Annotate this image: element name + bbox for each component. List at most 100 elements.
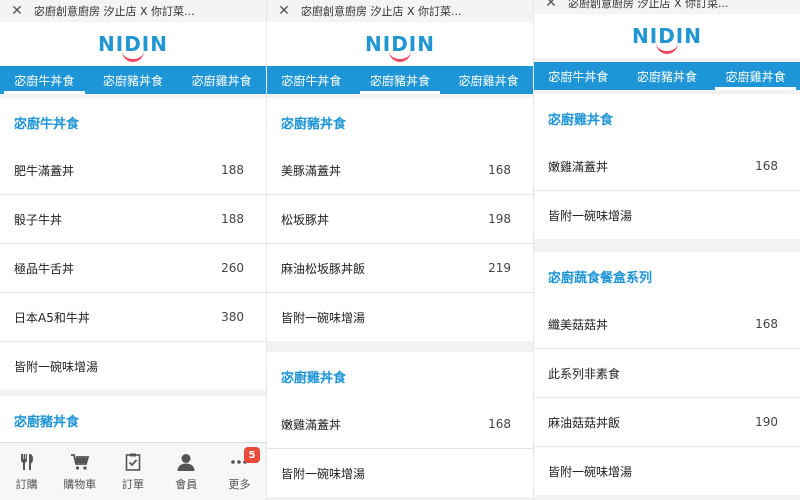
menu-item[interactable]: 嫩雞滿蓋丼 168 xyxy=(534,142,800,190)
menu-section: 宓廚豬丼食 xyxy=(0,396,266,444)
section-title: 宓廚雞丼食 xyxy=(281,370,347,386)
item-price: 260 xyxy=(221,261,244,275)
item-price: 168 xyxy=(755,159,778,173)
logo-header: NIDIN xyxy=(267,22,533,66)
screen-pork: ✕ 宓廚創意廚房 汐止店 X 你訂菜... NIDIN 宓廚牛丼食 宓廚豬丼食 … xyxy=(267,0,533,500)
note-text: 皆附一碗味增湯 xyxy=(14,359,99,374)
nav-label: 訂購 xyxy=(15,478,38,491)
menu-note: 皆附一碗味增湯 xyxy=(534,446,800,495)
item-price: 188 xyxy=(221,163,244,177)
close-icon[interactable]: ✕ xyxy=(267,3,301,19)
close-icon[interactable]: ✕ xyxy=(0,3,34,19)
category-tabs: 宓廚牛丼食 宓廚豬丼食 宓廚雞丼食 xyxy=(267,66,533,94)
notification-badge: 5 xyxy=(244,447,261,463)
menu-section: 宓廚雞丼食 嫩雞滿蓋丼 168 皆附一碗味增湯 xyxy=(267,352,533,497)
nav-orders[interactable]: 訂單 xyxy=(106,443,159,500)
page-title: 宓廚創意廚房 汐止店 X 你訂菜... xyxy=(568,0,729,10)
menu-section: 宓廚雞丼食 嫩雞滿蓋丼 168 皆附一碗味增湯 xyxy=(534,94,800,239)
tab-pork[interactable]: 宓廚豬丼食 xyxy=(623,62,712,90)
nav-label: 更多 xyxy=(228,478,251,491)
tab-beef[interactable]: 宓廚牛丼食 xyxy=(267,66,356,94)
menu-item[interactable]: 美豚滿蓋丼 168 xyxy=(267,146,533,194)
note-text: 皆附一碗味增湯 xyxy=(548,208,633,223)
screen-chicken: ✕ 宓廚創意廚房 汐止店 X 你訂菜... NIDIN 宓廚牛丼食 宓廚豬丼食 … xyxy=(534,0,800,500)
menu-note: 此系列非素食 xyxy=(534,348,800,397)
menu-section: 宓廚豬丼食 美豚滿蓋丼 168 松坂豚丼 198 麻油松坂豚丼飯 219 皆附一… xyxy=(267,98,533,341)
item-name: 極品牛舌丼 xyxy=(14,261,75,276)
category-tabs: 宓廚牛丼食 宓廚豬丼食 宓廚雞丼食 xyxy=(534,62,800,90)
nav-member[interactable]: 會員 xyxy=(160,443,213,500)
cart-icon xyxy=(70,454,89,470)
item-name: 麻油菇菇丼飯 xyxy=(548,415,621,430)
note-text: 皆附一碗味增湯 xyxy=(548,464,633,479)
nav-more[interactable]: 更多 5 xyxy=(213,443,266,500)
menu-note: 皆附一碗味增湯 xyxy=(534,190,800,239)
section-title: 宓廚豬丼食 xyxy=(14,414,80,430)
menu-item[interactable]: 骰子牛丼 188 xyxy=(0,194,266,243)
category-tabs: 宓廚牛丼食 宓廚豬丼食 宓廚雞丼食 xyxy=(0,66,266,94)
tab-chicken[interactable]: 宓廚雞丼食 xyxy=(711,62,800,90)
utensils-icon xyxy=(20,454,33,470)
menu-note: 皆附一碗味增湯 xyxy=(267,292,533,341)
nidin-logo: NIDIN xyxy=(632,24,702,54)
menu-section: 宓廚牛丼食 肥牛滿蓋丼 188 骰子牛丼 188 極品牛舌丼 260 日本A5和… xyxy=(0,98,266,390)
menu-item[interactable]: 嫩雞滿蓋丼 168 xyxy=(267,400,533,448)
nav-cart[interactable]: 購物車 xyxy=(53,443,106,500)
nidin-logo: NIDIN xyxy=(365,32,435,62)
item-price: 188 xyxy=(221,212,244,226)
tab-beef[interactable]: 宓廚牛丼食 xyxy=(534,62,623,90)
menu-note: 皆附一碗味增湯 xyxy=(0,341,266,390)
menu-note: 皆附一碗味增湯 xyxy=(267,448,533,497)
item-price: 168 xyxy=(488,163,511,177)
section-title: 宓廚雞丼食 xyxy=(548,112,614,128)
nav-label: 訂單 xyxy=(122,478,144,491)
browser-topbar: ✕ 宓廚創意廚房 汐止店 X 你訂菜... xyxy=(0,0,266,23)
tab-chicken[interactable]: 宓廚雞丼食 xyxy=(444,66,533,94)
note-text: 皆附一碗味增湯 xyxy=(281,310,366,325)
browser-topbar: ✕ 宓廚創意廚房 汐止店 X 你訂菜... xyxy=(267,0,533,23)
bottom-nav: 訂購 購物車 訂單 會員 更多 5 xyxy=(0,442,266,500)
screen-beef: ✕ 宓廚創意廚房 汐止店 X 你訂菜... NIDIN 宓廚牛丼食 宓廚豬丼食 … xyxy=(0,0,266,500)
menu-item[interactable]: 麻油菇菇丼飯 190 xyxy=(534,397,800,446)
menu-item[interactable]: 肥牛滿蓋丼 188 xyxy=(0,146,266,194)
clipboard-icon xyxy=(125,453,141,471)
item-name: 嫩雞滿蓋丼 xyxy=(548,159,609,174)
nav-order[interactable]: 訂購 xyxy=(0,443,53,500)
item-name: 肥牛滿蓋丼 xyxy=(14,163,75,178)
menu-item[interactable]: 松坂豚丼 198 xyxy=(267,194,533,243)
section-title: 宓廚豬丼食 xyxy=(281,116,347,132)
section-title: 宓廚蔬食餐盒系列 xyxy=(548,270,653,286)
logo-header: NIDIN xyxy=(0,22,266,66)
note-text: 皆附一碗味增湯 xyxy=(281,466,366,481)
item-price: 168 xyxy=(488,417,511,431)
browser-topbar: ✕ 宓廚創意廚房 汐止店 X 你訂菜... xyxy=(534,0,800,15)
page-title: 宓廚創意廚房 汐止店 X 你訂菜... xyxy=(301,5,462,18)
tab-pork[interactable]: 宓廚豬丼食 xyxy=(89,66,178,94)
item-price: 190 xyxy=(755,415,778,429)
item-price: 380 xyxy=(221,310,244,324)
item-name: 嫩雞滿蓋丼 xyxy=(281,417,342,432)
note-text: 此系列非素食 xyxy=(548,366,621,381)
item-name: 日本A5和牛丼 xyxy=(14,310,90,325)
nav-label: 會員 xyxy=(175,478,198,491)
menu-item[interactable]: 纖美菇菇丼 168 xyxy=(534,300,800,348)
item-price: 168 xyxy=(755,317,778,331)
close-icon[interactable]: ✕ xyxy=(534,0,568,11)
nidin-logo: NIDIN xyxy=(98,32,168,62)
item-price: 198 xyxy=(488,212,511,226)
menu-item[interactable]: 麻油松坂豚丼飯 219 xyxy=(267,243,533,292)
item-name: 纖美菇菇丼 xyxy=(548,317,609,332)
logo-header: NIDIN xyxy=(534,14,800,58)
item-name: 麻油松坂豚丼飯 xyxy=(281,261,366,276)
item-price: 219 xyxy=(488,261,511,275)
item-name: 美豚滿蓋丼 xyxy=(281,163,342,178)
tab-chicken[interactable]: 宓廚雞丼食 xyxy=(177,66,266,94)
item-name: 松坂豚丼 xyxy=(281,212,330,227)
menu-item[interactable]: 日本A5和牛丼 380 xyxy=(0,292,266,341)
nav-label: 購物車 xyxy=(63,478,97,491)
menu-section: 宓廚蔬食餐盒系列 纖美菇菇丼 168 此系列非素食 麻油菇菇丼飯 190 皆附一… xyxy=(534,252,800,495)
page-title: 宓廚創意廚房 汐止店 X 你訂菜... xyxy=(34,5,195,18)
menu-item[interactable]: 極品牛舌丼 260 xyxy=(0,243,266,292)
tab-beef[interactable]: 宓廚牛丼食 xyxy=(0,66,89,94)
tab-pork[interactable]: 宓廚豬丼食 xyxy=(356,66,445,94)
